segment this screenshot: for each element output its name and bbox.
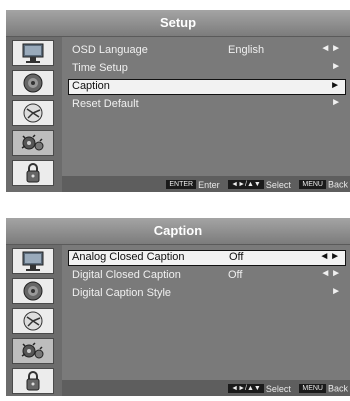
right-arrow-icon: ► (331, 97, 341, 108)
enter-key-icon: ENTER (166, 180, 197, 190)
picture-icon[interactable] (12, 40, 54, 66)
setup-option-caption[interactable]: Caption ► (68, 79, 346, 95)
picture-icon[interactable] (12, 248, 54, 274)
channel-icon[interactable] (12, 308, 54, 334)
sound-icon[interactable] (12, 70, 54, 96)
setup-option-reset-default[interactable]: Reset Default ► (68, 97, 346, 113)
select-hint: Select (265, 179, 291, 190)
setup-menu-title: Setup (159, 15, 197, 30)
right-arrow-icon: ► (331, 286, 341, 297)
setup-icon[interactable] (12, 130, 54, 156)
left-right-arrows-icon: ◄ ► (320, 268, 341, 279)
lock-icon[interactable] (12, 368, 54, 394)
back-hint: Back (327, 179, 348, 190)
caption-option-digital-cc[interactable]: Digital Closed Caption Off ◄ ► (68, 268, 346, 284)
setup-sidebar (6, 37, 62, 192)
caption-menu-title: Caption (153, 223, 203, 238)
channel-icon[interactable] (12, 100, 54, 126)
option-value: English (228, 44, 265, 56)
option-label: Analog Closed Caption (72, 251, 185, 263)
sound-icon[interactable] (12, 278, 54, 304)
setup-icon[interactable] (12, 338, 54, 364)
enter-hint: Enter (198, 179, 220, 190)
caption-footer: ◄►/▲▼ Select MENU Back (62, 380, 350, 396)
select-hint: Select (265, 383, 291, 394)
option-value: Off (228, 269, 243, 281)
caption-sidebar (6, 245, 62, 396)
setup-title-bar: Setup (6, 10, 350, 37)
setup-option-time-setup[interactable]: Time Setup ► (68, 61, 346, 77)
option-label: Time Setup (72, 62, 128, 74)
option-label: Digital Caption Style (72, 287, 172, 299)
menu-key-icon: MENU (299, 384, 326, 394)
option-value: Off (229, 251, 244, 263)
lock-icon[interactable] (12, 160, 54, 186)
setup-option-osd-language[interactable]: OSD Language English ◄ ► (68, 43, 346, 59)
caption-option-analog-cc[interactable]: Analog Closed Caption Off ◄ ► (68, 250, 346, 266)
caption-menu-panel: Caption Analog Closed Caption Off ◄ ► Di… (6, 218, 350, 396)
menu-key-icon: MENU (299, 180, 326, 190)
navigate-keys-icon: ◄►/▲▼ (228, 180, 264, 190)
option-label: Caption (72, 80, 110, 92)
option-label: Reset Default (72, 98, 139, 110)
option-label: OSD Language (72, 44, 148, 56)
setup-menu-panel: Setup OSD Language English ◄ ► Time Setu… (6, 10, 350, 192)
caption-option-digital-caption-style[interactable]: Digital Caption Style ► (68, 286, 346, 302)
left-right-arrows-icon: ◄ ► (319, 251, 340, 262)
option-label: Digital Closed Caption (72, 269, 181, 281)
right-arrow-icon: ► (331, 61, 341, 72)
navigate-keys-icon: ◄►/▲▼ (228, 384, 264, 394)
right-arrow-icon: ► (330, 80, 340, 91)
setup-footer: ENTER Enter ◄►/▲▼ Select MENU Back (62, 176, 350, 192)
left-right-arrows-icon: ◄ ► (320, 43, 341, 54)
back-hint: Back (327, 383, 348, 394)
caption-title-bar: Caption (6, 218, 350, 245)
